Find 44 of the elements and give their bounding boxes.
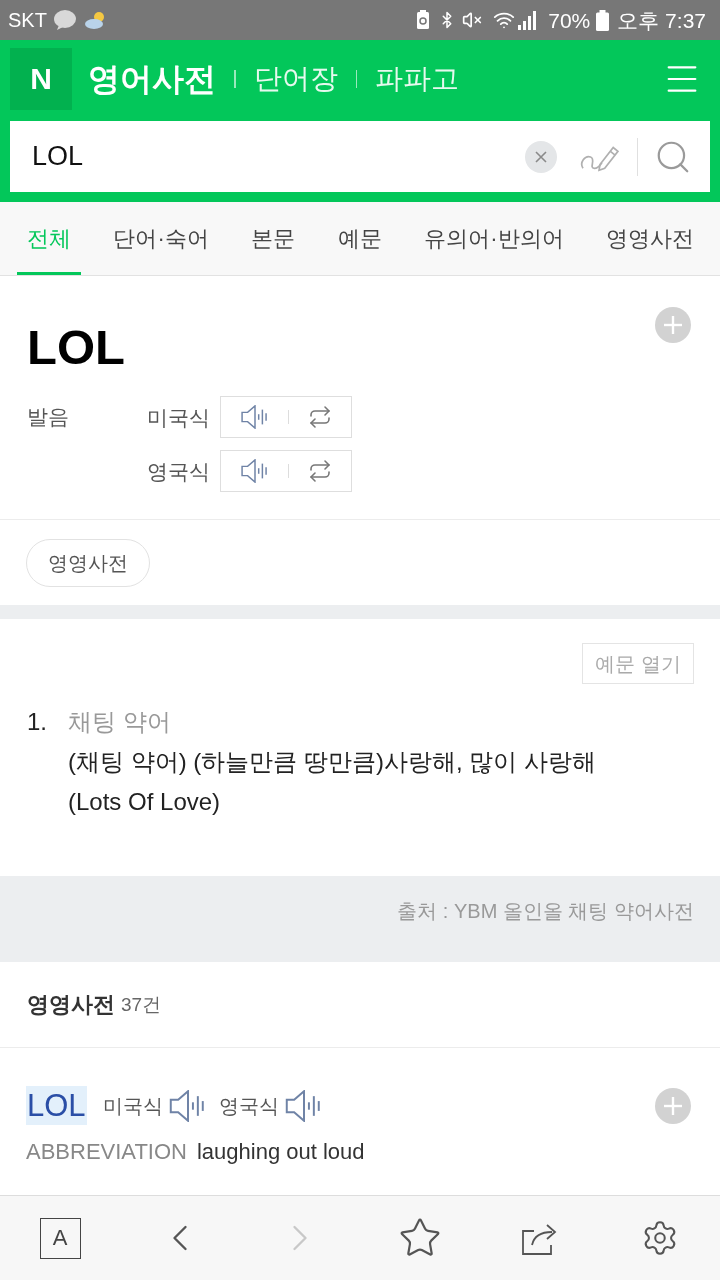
dictionary-word[interactable]: LOL bbox=[26, 1086, 87, 1125]
speaker-icon bbox=[168, 1089, 207, 1122]
play-button[interactable] bbox=[284, 1089, 323, 1122]
source-credit: 출처 : YBM 올인올 채팅 약어사전 bbox=[397, 901, 694, 921]
search-query: LOL bbox=[32, 143, 84, 170]
dictionary-chip[interactable]: 영영사전 bbox=[26, 539, 150, 587]
meaning-category: 채팅 약어 bbox=[68, 707, 171, 737]
repeat-button[interactable] bbox=[307, 459, 332, 483]
clear-icon bbox=[525, 140, 557, 173]
tab[interactable]: 예문 bbox=[327, 202, 392, 275]
battery-icon bbox=[596, 9, 610, 31]
clear-button[interactable] bbox=[525, 140, 557, 173]
signal-icon bbox=[518, 10, 537, 30]
tab[interactable]: 유의어·반의어 bbox=[414, 202, 574, 275]
accent-label: 영국식 bbox=[218, 1095, 279, 1116]
play-button[interactable] bbox=[168, 1089, 207, 1122]
search-field[interactable]: LOL bbox=[10, 121, 710, 192]
meaning-number: 1. bbox=[27, 707, 48, 737]
mute-icon bbox=[462, 10, 483, 30]
battery-percent: 70% bbox=[548, 9, 591, 31]
speaker-icon bbox=[284, 1089, 323, 1122]
tab[interactable]: 단어·숙어 bbox=[103, 202, 219, 275]
carrier-label: SKT bbox=[8, 10, 47, 30]
section-title: 영영사전 bbox=[27, 993, 115, 1016]
tab[interactable]: 영영사전 bbox=[596, 202, 704, 275]
meaning-definition: (채팅 약어) (하늘만큼 땅만큼)사랑해, 많이 사랑해 (Lots Of Love) bbox=[68, 747, 597, 817]
entry-word: LOL bbox=[27, 323, 125, 372]
tab[interactable]: 본문 bbox=[241, 202, 306, 275]
pronunciation-label: 발음 bbox=[27, 406, 70, 427]
plus-icon bbox=[655, 1087, 691, 1124]
accent-label: 미국식 bbox=[102, 1095, 163, 1116]
battery-saver-icon bbox=[416, 10, 431, 30]
accent-label: 영국식 bbox=[147, 460, 211, 482]
repeat-icon bbox=[307, 405, 332, 429]
repeat-icon bbox=[307, 459, 332, 483]
chat-bubble-icon bbox=[52, 9, 77, 31]
text-size-button[interactable]: A bbox=[39, 1217, 81, 1259]
plus-icon bbox=[655, 307, 691, 343]
result-count: 37건 bbox=[121, 995, 162, 1014]
clock-time: 오후 7:37 bbox=[617, 9, 706, 31]
dictionary-definition: laughing out loud bbox=[196, 1141, 365, 1163]
part-of-speech: ABBREVIATION bbox=[26, 1141, 187, 1163]
accent-label: 미국식 bbox=[147, 406, 211, 428]
repeat-button[interactable] bbox=[307, 405, 332, 429]
